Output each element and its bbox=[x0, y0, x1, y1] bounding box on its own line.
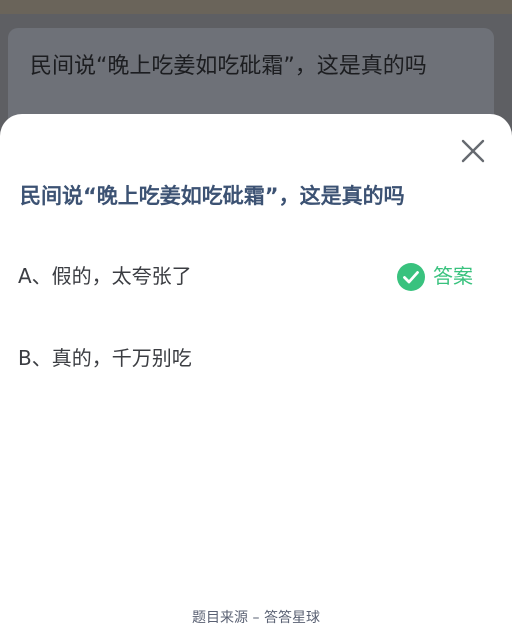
close-icon bbox=[461, 139, 485, 163]
option-b[interactable]: B、真的，千万别吃 bbox=[0, 336, 512, 380]
answer-bottom-sheet: 民间说“晚上吃姜如吃砒霜”，这是真的吗 A、假的，太夸张了 答案 B、真的，千万… bbox=[0, 114, 512, 637]
background-top-strip bbox=[0, 0, 512, 14]
check-circle-icon bbox=[397, 263, 425, 291]
option-a[interactable]: A、假的，太夸张了 答案 bbox=[0, 254, 512, 298]
background-question-text: 民间说“晚上吃姜如吃砒霜”，这是真的吗 bbox=[30, 54, 427, 79]
source-footer: 题目来源 – 答答星球 bbox=[192, 610, 320, 626]
close-button[interactable] bbox=[458, 136, 488, 166]
question-title: 民间说“晚上吃姜如吃砒霜”，这是真的吗 bbox=[20, 184, 405, 208]
option-b-text: B、真的，千万别吃 bbox=[18, 346, 192, 370]
answer-label: 答案 bbox=[433, 264, 473, 288]
option-a-text: A、假的，太夸张了 bbox=[18, 264, 192, 288]
